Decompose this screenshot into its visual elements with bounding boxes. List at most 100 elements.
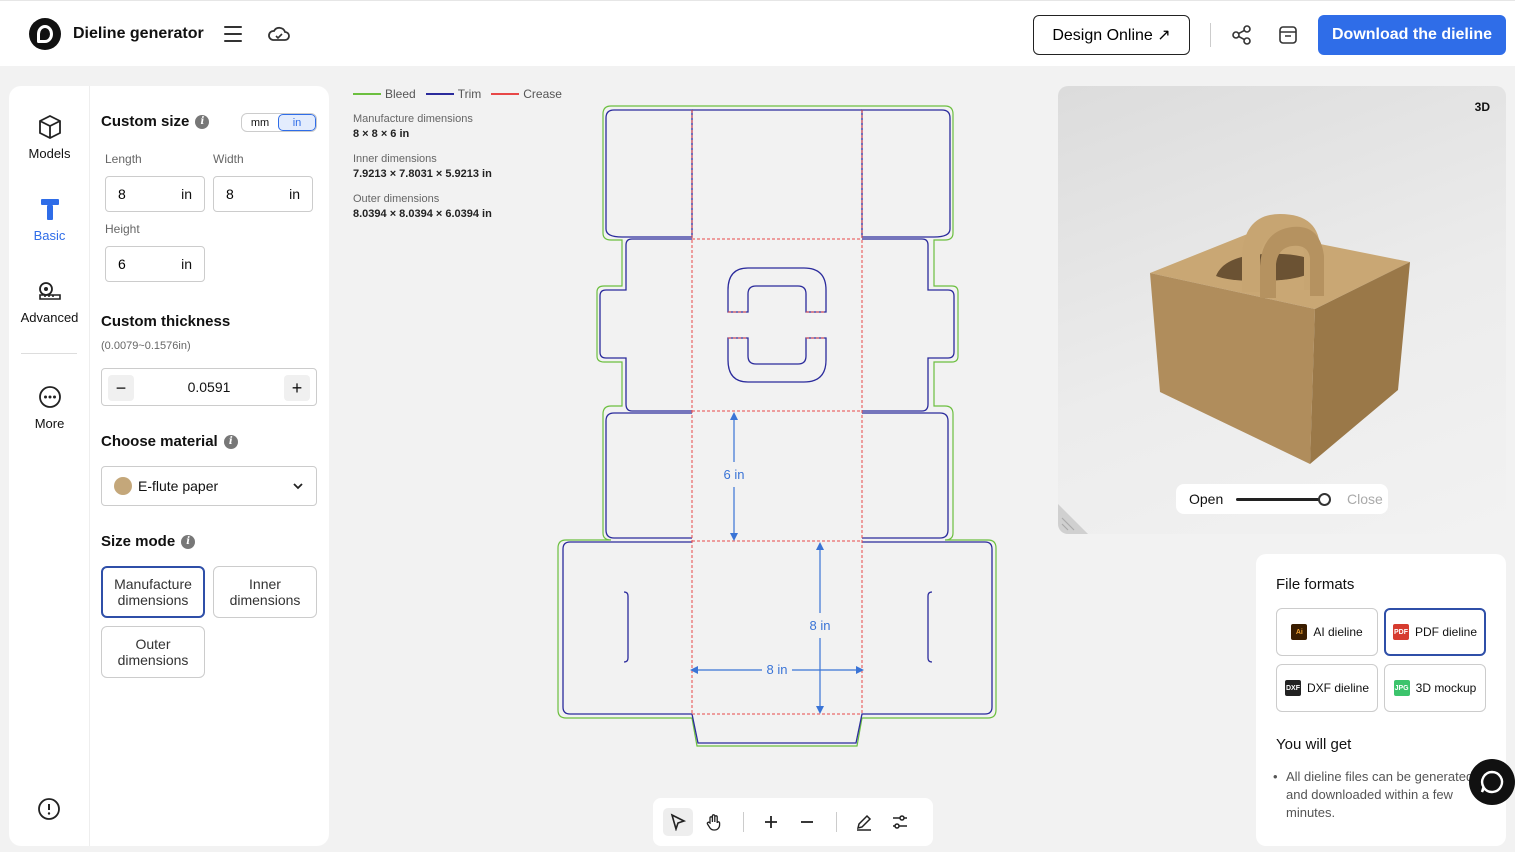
open-close-track[interactable]	[1236, 498, 1324, 501]
outer-dimensions-label: Outer dimensions	[353, 193, 440, 205]
width-dimension-label: 8 in	[767, 662, 788, 677]
custom-thickness-title: Custom thickness	[101, 313, 231, 330]
manufacture-dimensions-value: 8 × 8 × 6 in	[353, 128, 410, 140]
pen-icon	[856, 814, 872, 831]
box-mockup	[1150, 214, 1410, 464]
dxf-dieline-button[interactable]: DXF DXF dieline	[1276, 664, 1378, 712]
size-mode-manufacture-button[interactable]: Manufacture dimensions	[101, 566, 205, 618]
width-input[interactable]	[226, 186, 276, 202]
height-input[interactable]	[118, 256, 168, 272]
rail-item-models[interactable]: Models	[9, 114, 90, 161]
open-label: Open	[1189, 491, 1224, 507]
draw-tool[interactable]	[849, 808, 879, 836]
plus-icon	[765, 816, 777, 828]
pdf-dieline-button[interactable]: PDF PDF dieline	[1384, 608, 1486, 656]
size-mode-heading: Size mode i	[101, 533, 196, 550]
material-value: E-flute paper	[138, 478, 219, 494]
settings-panel: Models Basic Advanced More Custom size i…	[9, 86, 329, 846]
thickness-decrease-button[interactable]: −	[108, 375, 134, 401]
3d-mockup-button[interactable]: JPG 3D mockup	[1384, 664, 1486, 712]
pan-tool[interactable]	[699, 808, 729, 836]
menu-icon[interactable]	[224, 26, 242, 42]
3d-preview[interactable]: 3D Open Close	[1058, 86, 1506, 534]
rail-item-more[interactable]: More	[9, 384, 90, 431]
download-dieline-button[interactable]: Download the dieline	[1318, 15, 1506, 55]
adjust-tool[interactable]	[885, 808, 915, 836]
info-icon[interactable]: i	[223, 434, 238, 449]
info-icon[interactable]: i	[195, 114, 210, 129]
line-legend: Bleed Trim Crease	[353, 87, 562, 101]
height-field: in	[105, 246, 205, 282]
app-title: Dieline generator	[73, 25, 204, 42]
material-title: Choose material	[101, 433, 218, 450]
archive-icon[interactable]	[1277, 24, 1299, 46]
file-formats-title: File formats	[1276, 576, 1355, 593]
chat-button[interactable]	[1469, 759, 1515, 805]
pdf-file-icon: PDF	[1392, 624, 1409, 640]
canvas-toolbar	[653, 798, 933, 846]
open-close-thumb[interactable]	[1318, 493, 1331, 506]
legend-bleed: Bleed	[353, 87, 416, 101]
ai-dieline-button[interactable]: Ai AI dieline	[1276, 608, 1378, 656]
open-close-slider: Open Close	[1176, 484, 1388, 514]
length-input[interactable]	[118, 186, 168, 202]
rail-label-more: More	[34, 416, 65, 431]
dieline-canvas[interactable]: 6 in 8 in 8 in	[550, 100, 1010, 760]
rail-label-advanced: Advanced	[20, 310, 79, 325]
thickness-range: (0.0079~0.1576in)	[101, 340, 191, 352]
dimensions-summary: Manufacture dimensions 8 × 8 × 6 in Inne…	[353, 113, 492, 233]
ai-file-icon: Ai	[1291, 624, 1308, 640]
rail-label-models: Models	[28, 146, 71, 161]
rail-item-advanced[interactable]: Advanced	[9, 278, 90, 325]
legend-crease-label: Crease	[523, 87, 562, 101]
zoom-in-button[interactable]	[756, 808, 786, 836]
unit-toggle: mm in	[241, 113, 317, 132]
size-mode-title: Size mode	[101, 533, 176, 550]
3d-mockup-label: 3D mockup	[1415, 681, 1477, 695]
cloud-icon[interactable]	[267, 23, 291, 45]
cube-icon	[38, 114, 61, 140]
app-logo-icon[interactable]	[29, 18, 61, 50]
legend-trim: Trim	[425, 87, 482, 101]
manufacture-dimensions-label: Manufacture dimensions	[353, 113, 473, 125]
thickness-stepper: − 0.0591 +	[101, 368, 317, 406]
sliders-icon	[893, 815, 907, 829]
size-mode-outer-button[interactable]: Outer dimensions	[101, 626, 205, 678]
share-icon[interactable]	[1231, 24, 1253, 46]
height-dimension-label: 6 in	[724, 467, 745, 482]
size-mode-inner-button[interactable]: Inner dimensions	[213, 566, 317, 618]
nav-rail: Models Basic Advanced More	[9, 86, 90, 846]
top-bar: Dieline generator Design Online ↗ Downlo…	[0, 0, 1515, 66]
height-label: Height	[105, 222, 140, 236]
select-tool[interactable]	[663, 808, 693, 836]
you-will-get-title: You will get	[1276, 736, 1352, 753]
custom-size-title: Custom size	[101, 113, 190, 130]
thickness-value[interactable]: 0.0591	[142, 379, 276, 395]
chevron-down-icon	[293, 483, 303, 490]
info-icon[interactable]: i	[181, 534, 196, 549]
toolbar-divider	[836, 812, 837, 832]
inner-dimensions-label: Inner dimensions	[353, 153, 437, 165]
legend-trim-label: Trim	[457, 87, 482, 101]
corner-fold-icon	[1058, 504, 1088, 534]
crease-line-swatch	[491, 93, 520, 95]
unit-in-option[interactable]: in	[278, 114, 316, 131]
trim-line-swatch	[425, 93, 454, 95]
material-select[interactable]: E-flute paper	[101, 466, 317, 506]
rail-divider	[21, 353, 77, 354]
rail-item-basic[interactable]: Basic	[9, 196, 90, 243]
dxf-dieline-label: DXF dieline	[1306, 681, 1370, 695]
hand-icon	[706, 814, 721, 831]
inner-dimensions-value: 7.9213 × 7.8031 × 5.9213 in	[353, 168, 492, 180]
custom-size-heading: Custom size i	[101, 113, 210, 130]
unit-mm-option[interactable]: mm	[242, 114, 278, 131]
bleed-line-swatch	[353, 93, 381, 95]
outer-dimensions-value: 8.0394 × 8.0394 × 6.0394 in	[353, 208, 492, 220]
length-unit: in	[181, 186, 192, 202]
alert-icon[interactable]	[37, 797, 61, 821]
design-online-button[interactable]: Design Online ↗	[1033, 15, 1190, 55]
length-label: Length	[105, 152, 142, 166]
close-label: Close	[1347, 491, 1383, 507]
thickness-increase-button[interactable]: +	[284, 375, 310, 401]
zoom-out-button[interactable]	[792, 808, 822, 836]
